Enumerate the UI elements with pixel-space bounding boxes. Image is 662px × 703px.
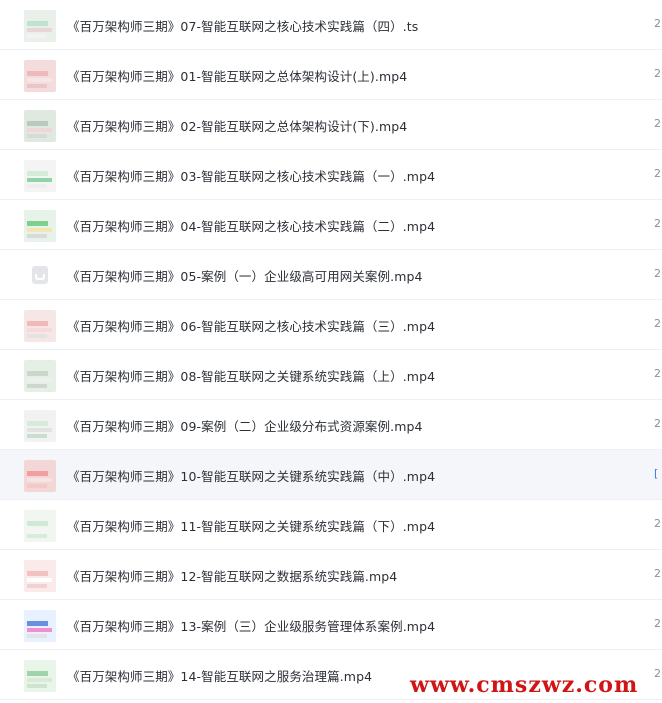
- row-checkbox[interactable]: [: [654, 467, 658, 480]
- thumbnail-band: [27, 371, 48, 376]
- thumbnail-band: [27, 421, 48, 426]
- thumbnail-band: [27, 28, 52, 32]
- thumbnail-band: [27, 678, 52, 682]
- file-size: 2: [654, 217, 661, 230]
- document-icon: [32, 266, 48, 284]
- file-name[interactable]: 《百万架构师三期》08-智能互联网之关键系统实践篇（上）.mp4: [67, 366, 435, 385]
- file-size: 2: [654, 267, 661, 280]
- file-row[interactable]: 《百万架构师三期》10-智能互联网之关键系统实践篇（中）.mp4 [: [0, 450, 662, 500]
- thumbnail-band: [27, 228, 52, 232]
- thumbnail-band: [27, 71, 48, 76]
- file-size: 2: [654, 517, 661, 530]
- thumbnail-band: [27, 484, 47, 488]
- file-row[interactable]: 《百万架构师三期》08-智能互联网之关键系统实践篇（上）.mp4 2: [0, 350, 662, 400]
- thumbnail-band: [27, 434, 47, 438]
- file-row[interactable]: 《百万架构师三期》06-智能互联网之核心技术实践篇（三）.mp4 2: [0, 300, 662, 350]
- file-name[interactable]: 《百万架构师三期》04-智能互联网之核心技术实践篇（二）.mp4: [67, 216, 435, 235]
- thumbnail-band: [27, 221, 48, 226]
- thumbnail-band: [27, 21, 48, 26]
- file-row[interactable]: 《百万架构师三期》05-案例（一）企业级高可用网关案例.mp4 2: [0, 250, 662, 300]
- file-row[interactable]: 《百万架构师三期》03-智能互联网之核心技术实践篇（一）.mp4 2: [0, 150, 662, 200]
- file-size: 2: [654, 67, 661, 80]
- video-thumbnail: [24, 310, 56, 342]
- file-name[interactable]: 《百万架构师三期》05-案例（一）企业级高可用网关案例.mp4: [67, 266, 423, 285]
- file-row[interactable]: 《百万架构师三期》04-智能互联网之核心技术实践篇（二）.mp4 2: [0, 200, 662, 250]
- file-size: 2: [654, 317, 661, 330]
- file-row[interactable]: 《百万架构师三期》09-案例（二）企业级分布式资源案例.mp4 2: [0, 400, 662, 450]
- file-size: 2: [654, 117, 661, 130]
- file-row[interactable]: 《百万架构师三期》12-智能互联网之数据系统实践篇.mp4 2: [0, 550, 662, 600]
- thumbnail-band: [27, 321, 48, 326]
- thumbnail-band: [27, 78, 52, 82]
- thumbnail-band: [27, 521, 48, 526]
- file-name[interactable]: 《百万架构师三期》14-智能互联网之服务治理篇.mp4: [67, 666, 372, 685]
- file-name[interactable]: 《百万架构师三期》07-智能互联网之核心技术实践篇（四）.ts: [67, 16, 418, 35]
- video-thumbnail: [24, 610, 56, 642]
- thumbnail-band: [27, 578, 52, 582]
- thumbnail-band: [27, 684, 47, 688]
- thumbnail-band: [27, 134, 47, 138]
- file-size: 2: [654, 167, 661, 180]
- file-size: 2: [654, 617, 661, 630]
- thumbnail-band: [27, 428, 52, 432]
- file-row[interactable]: 《百万架构师三期》13-案例（三）企业级服务管理体系案例.mp4 2: [0, 600, 662, 650]
- thumbnail-band: [27, 128, 52, 132]
- thumbnail-band: [27, 671, 48, 676]
- thumbnail-band: [27, 378, 52, 382]
- video-thumbnail: [24, 360, 56, 392]
- thumbnail-band: [27, 628, 52, 632]
- file-name[interactable]: 《百万架构师三期》10-智能互联网之关键系统实践篇（中）.mp4: [67, 466, 435, 485]
- file-name[interactable]: 《百万架构师三期》06-智能互联网之核心技术实践篇（三）.mp4: [67, 316, 435, 335]
- thumbnail-band: [27, 634, 47, 638]
- thumbnail-band: [27, 384, 47, 388]
- video-thumbnail: [24, 10, 56, 42]
- file-name[interactable]: 《百万架构师三期》11-智能互联网之关键系统实践篇（下）.mp4: [67, 516, 435, 535]
- file-icon: [24, 260, 56, 292]
- video-thumbnail: [24, 110, 56, 142]
- video-thumbnail: [24, 560, 56, 592]
- file-name[interactable]: 《百万架构师三期》01-智能互联网之总体架构设计(上).mp4: [67, 66, 407, 85]
- video-thumbnail: [24, 660, 56, 692]
- file-name[interactable]: 《百万架构师三期》13-案例（三）企业级服务管理体系案例.mp4: [67, 616, 435, 635]
- watermark: www.cmszwz.com: [410, 672, 639, 698]
- thumbnail-band: [27, 478, 52, 482]
- thumbnail-band: [27, 571, 48, 576]
- file-size: 2: [654, 567, 661, 580]
- file-name[interactable]: 《百万架构师三期》12-智能互联网之数据系统实践篇.mp4: [67, 566, 397, 585]
- thumbnail-band: [27, 534, 47, 538]
- file-size: 2: [654, 667, 661, 680]
- file-name[interactable]: 《百万架构师三期》02-智能互联网之总体架构设计(下).mp4: [67, 116, 407, 135]
- file-row[interactable]: 《百万架构师三期》02-智能互联网之总体架构设计(下).mp4 2: [0, 100, 662, 150]
- file-row[interactable]: 《百万架构师三期》01-智能互联网之总体架构设计(上).mp4 2: [0, 50, 662, 100]
- file-row[interactable]: 《百万架构师三期》07-智能互联网之核心技术实践篇（四）.ts 2: [0, 0, 662, 50]
- thumbnail-band: [27, 171, 48, 176]
- thumbnail-band: [27, 234, 47, 238]
- thumbnail-band: [27, 121, 48, 126]
- file-name[interactable]: 《百万架构师三期》03-智能互联网之核心技术实践篇（一）.mp4: [67, 166, 435, 185]
- video-thumbnail: [24, 160, 56, 192]
- file-list: 《百万架构师三期》07-智能互联网之核心技术实践篇（四）.ts 2 《百万架构师三期…: [0, 0, 662, 700]
- file-row[interactable]: 《百万架构师三期》11-智能互联网之关键系统实践篇（下）.mp4 2: [0, 500, 662, 550]
- file-size: 2: [654, 367, 661, 380]
- thumbnail-band: [27, 528, 52, 532]
- thumbnail-band: [27, 584, 47, 588]
- thumbnail-band: [27, 621, 48, 626]
- video-thumbnail: [24, 460, 56, 492]
- thumbnail-band: [27, 328, 52, 332]
- file-name[interactable]: 《百万架构师三期》09-案例（二）企业级分布式资源案例.mp4: [67, 416, 423, 435]
- video-thumbnail: [24, 410, 56, 442]
- thumbnail-band: [27, 334, 47, 338]
- thumbnail-band: [27, 84, 47, 88]
- thumbnail-band: [27, 178, 52, 182]
- file-size: 2: [654, 417, 661, 430]
- thumbnail-band: [27, 34, 47, 38]
- thumbnail-band: [27, 184, 47, 188]
- thumbnail-band: [27, 471, 48, 476]
- video-thumbnail: [24, 510, 56, 542]
- file-size: 2: [654, 17, 661, 30]
- video-thumbnail: [24, 210, 56, 242]
- video-thumbnail: [24, 60, 56, 92]
